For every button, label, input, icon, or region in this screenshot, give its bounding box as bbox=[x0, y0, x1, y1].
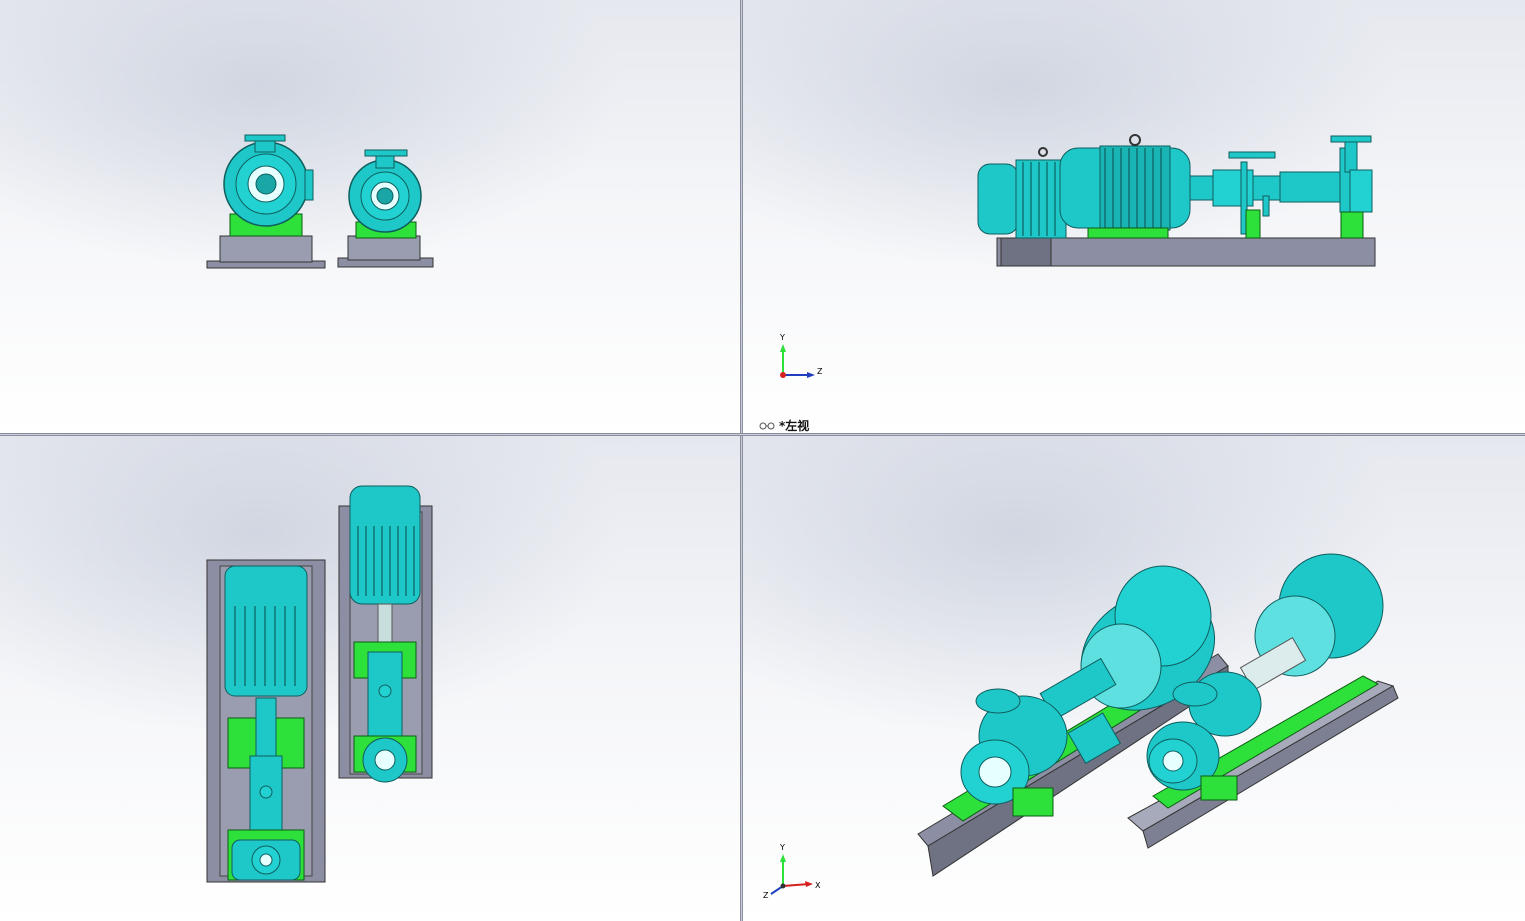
pump-iso-1 bbox=[917, 565, 1229, 877]
axis-z-label-iso: Z bbox=[763, 891, 769, 900]
horizontal-splitter[interactable] bbox=[0, 433, 1525, 436]
view-name: *左视 bbox=[779, 419, 810, 433]
front-view-model bbox=[206, 134, 434, 269]
axis-x-label-iso: X bbox=[815, 881, 821, 890]
axis-z-label: Z bbox=[817, 367, 823, 376]
pump-top-1 bbox=[206, 559, 326, 883]
isometric-model: Y X Z bbox=[763, 553, 1399, 900]
axis-y-label: Y bbox=[779, 333, 785, 342]
axis-y-label-iso: Y bbox=[779, 843, 785, 852]
pump-front-2 bbox=[337, 149, 434, 268]
view-orientation-label[interactable]: *左视 bbox=[759, 417, 809, 433]
top-view-model bbox=[206, 485, 433, 883]
viewport-top-view[interactable] bbox=[0, 436, 740, 921]
pump-top-2 bbox=[338, 485, 433, 783]
glasses-icon bbox=[759, 422, 775, 429]
left-view-model: Y Z bbox=[779, 134, 1376, 378]
axis-triad-left: Y Z bbox=[779, 333, 823, 378]
viewport-left-view[interactable]: Y Z *左视 bbox=[743, 0, 1525, 433]
pump-side-assembly bbox=[977, 134, 1376, 267]
vertical-splitter[interactable] bbox=[740, 0, 743, 921]
pump-front-1 bbox=[206, 134, 326, 269]
viewport-front[interactable] bbox=[0, 0, 740, 433]
viewport-isometric[interactable]: Y X Z bbox=[743, 436, 1525, 921]
axis-triad-iso: Y X Z bbox=[763, 843, 821, 900]
